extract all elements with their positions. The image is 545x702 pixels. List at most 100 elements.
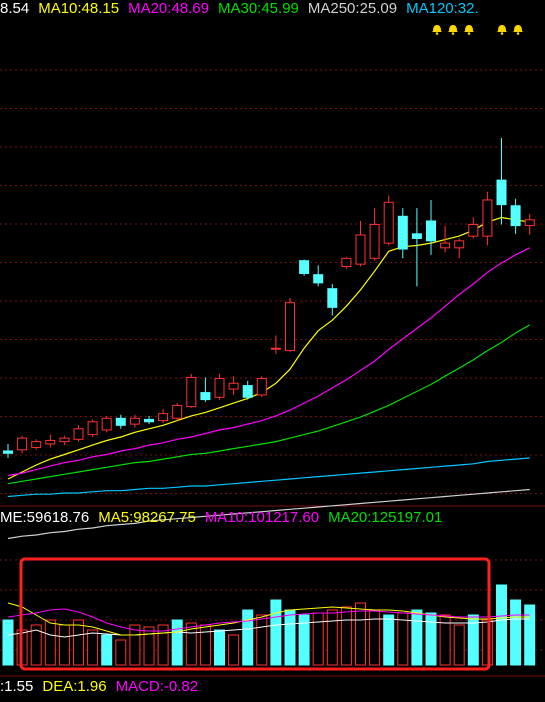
- bell-icon: [464, 25, 474, 35]
- bell-icon: [497, 25, 507, 35]
- volume-legend-item: MA10:101217.60: [204, 509, 320, 526]
- candle-up: [256, 376, 267, 398]
- indicator-bar-up: [143, 626, 155, 666]
- candle-down: [144, 415, 154, 425]
- indicator-bar-up: [256, 614, 268, 666]
- indicator-bar-down: [284, 609, 296, 666]
- volume-legend-item: MA5:98267.75: [98, 509, 196, 526]
- volume-legend-item: MA20:125197.01: [328, 509, 443, 526]
- candle-down: [411, 208, 422, 287]
- indicator-bar-up: [87, 629, 99, 666]
- candle-up: [468, 217, 479, 239]
- candle-down: [200, 377, 211, 402]
- candle-body: [468, 223, 479, 237]
- candle-up: [228, 376, 239, 395]
- candle-body: [228, 382, 239, 390]
- ma-line-ma20: [7, 247, 530, 477]
- macd-legend-item: MACD:-0.82: [115, 678, 199, 695]
- bell-icon: [432, 25, 442, 35]
- candle-down: [3, 443, 13, 458]
- candle-up: [383, 195, 394, 246]
- candle-body: [327, 288, 338, 308]
- indicator-bar-up: [312, 612, 324, 666]
- candle-down: [242, 380, 253, 400]
- candle-down: [313, 265, 324, 287]
- candle-body: [313, 274, 324, 284]
- candlestick-chart[interactable]: [0, 0, 545, 697]
- candle-body: [270, 347, 281, 350]
- candle-body: [454, 240, 465, 249]
- price-legend-item: MA30:45.99: [217, 0, 299, 17]
- indicator-bar-down: [242, 609, 254, 666]
- candle-body: [242, 385, 253, 398]
- indicator-bar-down: [383, 614, 395, 666]
- candle-up: [285, 298, 295, 352]
- candle-body: [299, 260, 310, 275]
- candle-body: [200, 392, 211, 401]
- candle-down: [496, 138, 507, 225]
- indicator-bar-down: [524, 604, 536, 666]
- candle-body: [59, 437, 70, 443]
- bell-icon: [513, 25, 523, 35]
- candle-up: [59, 435, 70, 446]
- candle-body: [214, 378, 225, 398]
- candle-up: [270, 335, 281, 355]
- candle-body: [397, 215, 408, 250]
- bell-icon: [448, 25, 458, 35]
- indicator-bar-down: [2, 619, 14, 666]
- indicator-bar-down: [101, 634, 113, 666]
- price-legend-item: MA10:48.15: [38, 0, 120, 17]
- candle-up: [369, 208, 380, 261]
- indicator-bar-up: [340, 606, 352, 666]
- candle-down: [299, 259, 310, 276]
- candle-body: [144, 418, 154, 423]
- candle-body: [186, 376, 197, 408]
- candle-up: [341, 257, 352, 269]
- event-markers: [432, 25, 523, 35]
- candle-up: [31, 439, 42, 450]
- candle-body: [510, 205, 521, 227]
- indicator-bar-up: [369, 609, 381, 666]
- candle-body: [158, 413, 169, 422]
- volume-legend: ME:59618.76 MA5:98267.75 MA10:101217.60 MA2…: [0, 509, 451, 527]
- indicator-bar-up: [481, 619, 493, 666]
- candle-up: [17, 435, 28, 454]
- candle-up: [158, 408, 169, 423]
- candle-body: [45, 439, 56, 445]
- indicator-bar-down: [171, 619, 183, 666]
- indicator-bar-up: [326, 609, 338, 666]
- indicator-line-dif: [7, 618, 530, 638]
- ma-line-ma10: [7, 216, 530, 480]
- candle-body: [256, 378, 267, 396]
- gridlines: [0, 69, 545, 677]
- candle-down: [327, 284, 338, 316]
- candle-body: [3, 450, 13, 454]
- ma-line-ma30: [7, 324, 530, 485]
- candle-body: [355, 234, 366, 265]
- price-legend: 8.54 MA10:48.15 MA20:48.69 MA30:45.99 MA250:…: [0, 0, 488, 18]
- candle-body: [17, 437, 28, 451]
- indicator-bar-down: [510, 599, 522, 666]
- indicator-panel: [2, 584, 536, 666]
- candle-body: [172, 404, 183, 419]
- candle-up: [454, 238, 465, 259]
- indicator-bar-up: [44, 619, 56, 666]
- macd-legend-item: :1.55: [0, 678, 34, 695]
- price-legend-item: MA120:32.: [406, 0, 479, 17]
- indicator-bar-up: [453, 624, 465, 666]
- indicator-bar-up: [73, 619, 84, 666]
- ma-line-ma120: [7, 457, 530, 498]
- indicator-line-dea: [7, 602, 530, 636]
- candle-body: [73, 428, 84, 440]
- candle-up: [73, 425, 84, 442]
- candle-body: [383, 201, 394, 244]
- candle-body: [496, 179, 507, 206]
- candle-up: [87, 419, 98, 437]
- candle-up: [172, 403, 183, 421]
- candle-up: [101, 415, 112, 433]
- candle-up: [482, 191, 493, 246]
- indicator-bar-down: [425, 612, 437, 666]
- candle-down: [397, 208, 408, 259]
- candle-body: [129, 417, 140, 425]
- indicator-bar-up: [355, 602, 366, 666]
